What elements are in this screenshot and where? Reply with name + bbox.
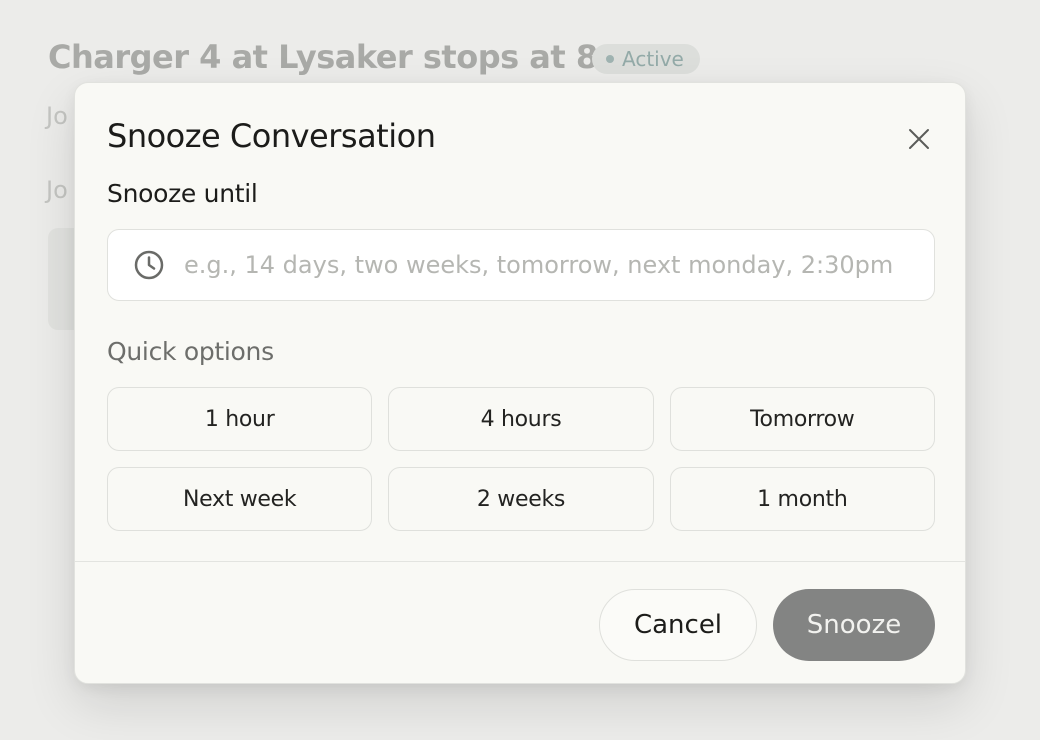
snooze-button[interactable]: Snooze [773, 589, 935, 661]
quick-option-tomorrow-button[interactable]: Tomorrow [669, 387, 935, 451]
quick-option-next-week-button[interactable]: Next week [107, 467, 373, 531]
clock-icon [134, 250, 164, 280]
cancel-button[interactable]: Cancel [599, 589, 757, 661]
conversation-title: Charger 4 at Lysaker stops at 80% [48, 38, 651, 76]
quick-option-1-hour-button[interactable]: 1 hour [107, 387, 373, 451]
quick-option-4-hours-button[interactable]: 4 hours [388, 387, 654, 451]
dialog-footer-divider [75, 561, 965, 562]
snooze-until-input[interactable] [184, 235, 904, 295]
close-button[interactable] [903, 123, 935, 155]
snooze-until-label: Snooze until [107, 179, 258, 208]
quick-option-2-weeks-button[interactable]: 2 weeks [388, 467, 654, 531]
quick-option-1-month-button[interactable]: 1 month [669, 467, 935, 531]
close-icon [909, 129, 929, 149]
snooze-dialog: Snooze Conversation Snooze until Quick o… [74, 82, 966, 684]
snooze-until-field[interactable] [107, 229, 935, 301]
quick-options-label: Quick options [107, 337, 274, 366]
background-text-line: Jo [46, 102, 68, 130]
background-text-line: Jo [46, 176, 68, 204]
status-badge: Active [592, 44, 700, 74]
dialog-title: Snooze Conversation [107, 117, 436, 155]
status-badge-label: Active [622, 47, 684, 71]
quick-options-grid: 1 hour 4 hours Tomorrow Next week 2 week… [107, 387, 935, 531]
status-dot-icon [606, 55, 614, 63]
